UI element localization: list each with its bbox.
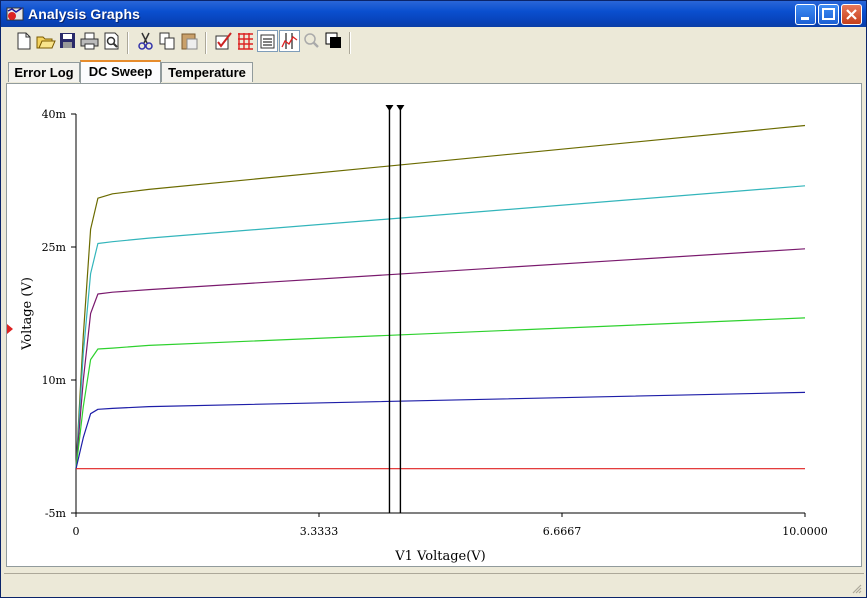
print-button[interactable] <box>79 30 100 52</box>
status-bar <box>4 573 864 596</box>
tab-strip: Error Log DC Sweep Temperature <box>1 60 867 84</box>
copy-button[interactable] <box>157 30 178 52</box>
save-button[interactable] <box>57 30 78 52</box>
cut-button[interactable] <box>135 30 156 52</box>
series-line-3[interactable] <box>75 248 806 469</box>
paste-button[interactable] <box>179 30 200 52</box>
cursors-button[interactable] <box>279 30 300 52</box>
grid-icon <box>238 33 253 50</box>
series-line-5[interactable] <box>75 391 806 469</box>
toolbar-separator <box>205 32 207 54</box>
series-line-4[interactable] <box>75 317 806 469</box>
minimize-icon <box>801 17 809 20</box>
y-axis-label: Voltage (V) <box>20 277 35 351</box>
legend-icon <box>260 34 275 49</box>
maximize-button[interactable] <box>818 4 839 25</box>
analysis-graphs-window: Analysis Graphs Error Log DC Sweep Tempe… <box>0 0 867 598</box>
x-tick-label: 3.3333 <box>300 525 339 538</box>
series-line-2[interactable] <box>75 185 806 469</box>
y-tick-label: 10m <box>42 374 67 387</box>
resize-grip-icon[interactable] <box>850 582 862 594</box>
close-icon <box>846 9 857 20</box>
cursor-handle-2[interactable] <box>396 105 405 111</box>
properties-icon <box>215 32 232 50</box>
graph-panel: 40m 25m 10m -5m 0 3.3333 6.6667 10.0000 V1 Volta… <box>6 83 862 567</box>
tab-dc-sweep[interactable]: DC Sweep <box>80 60 161 83</box>
print-preview-button[interactable] <box>101 30 122 52</box>
x-tick-label: 0 <box>73 525 80 538</box>
x-axis-label: V1 Voltage(V) <box>394 549 486 564</box>
new-button[interactable] <box>13 30 34 52</box>
open-icon <box>36 36 56 49</box>
selected-trace-marker <box>7 324 13 334</box>
reverse-colors-button[interactable] <box>323 30 344 52</box>
tab-temperature[interactable]: Temperature <box>161 62 253 82</box>
save-icon <box>60 33 75 48</box>
reverse-colors-icon <box>325 32 341 48</box>
cursor-handle-1[interactable] <box>385 105 394 111</box>
open-button[interactable] <box>35 30 56 52</box>
grid-button[interactable] <box>235 30 256 52</box>
maximize-icon <box>822 8 835 20</box>
y-tick-label: 25m <box>42 241 67 254</box>
window-title: Analysis Graphs <box>28 6 140 22</box>
dc-sweep-chart[interactable]: 40m 25m 10m -5m 0 3.3333 6.6667 10.0000 V1 Volta… <box>7 84 861 566</box>
copy-icon <box>159 32 175 50</box>
y-tick-label: -5m <box>45 507 67 520</box>
tab-error-log[interactable]: Error Log <box>8 62 80 82</box>
series-line-1[interactable] <box>75 124 806 469</box>
title-bar[interactable]: Analysis Graphs <box>1 1 866 27</box>
x-tick-label: 6.6667 <box>543 525 582 538</box>
x-tick-label: 10.0000 <box>782 525 828 538</box>
cursors-icon <box>281 33 298 49</box>
zoom-button[interactable] <box>301 30 322 52</box>
app-icon[interactable] <box>6 5 24 23</box>
properties-button[interactable] <box>213 30 234 52</box>
new-icon <box>17 32 31 50</box>
toolbar-separator <box>349 32 351 54</box>
legend-button[interactable] <box>257 30 278 52</box>
minimize-button[interactable] <box>795 4 816 25</box>
close-button[interactable] <box>841 4 862 25</box>
print-icon <box>80 32 99 50</box>
paste-icon <box>181 33 198 50</box>
zoom-icon <box>304 33 319 48</box>
cut-icon <box>138 32 153 50</box>
toolbar-separator <box>127 32 129 54</box>
y-tick-label: 40m <box>42 108 67 121</box>
print-preview-icon <box>104 32 119 50</box>
